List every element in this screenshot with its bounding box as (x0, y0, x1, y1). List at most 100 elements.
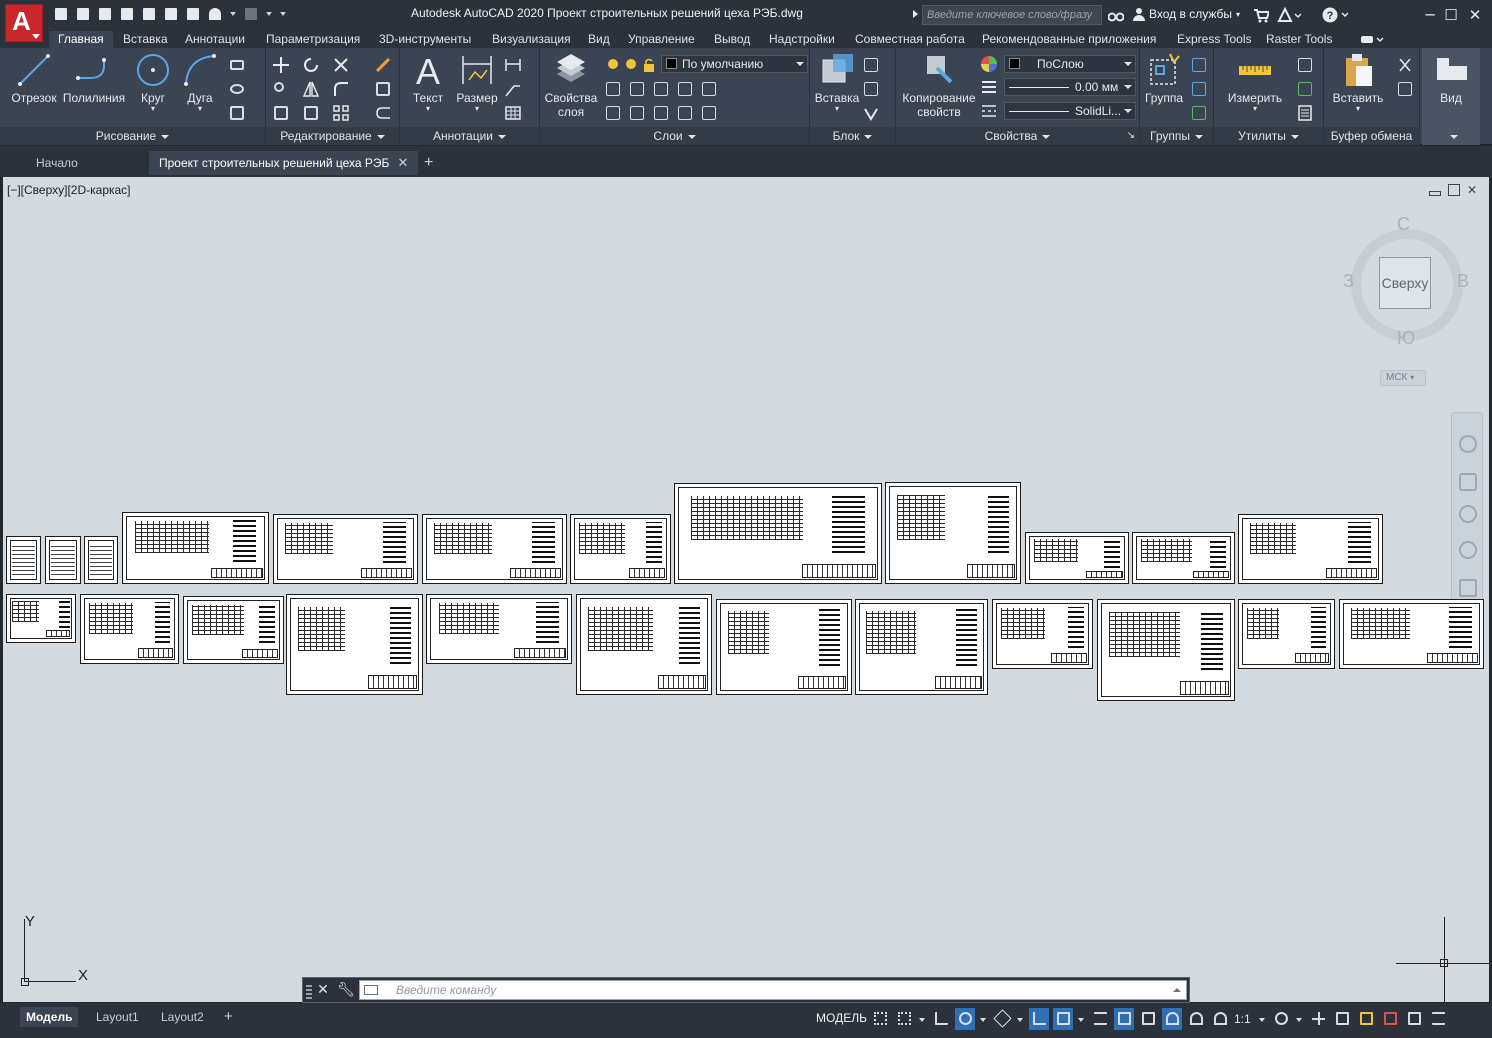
ortho-icon[interactable] (931, 1008, 951, 1030)
layer-properties-button[interactable]: Свойства слоя (544, 52, 598, 119)
leader-icon[interactable] (504, 80, 522, 98)
object-snap-tracking-icon[interactable] (1029, 1008, 1049, 1030)
lineweight-display-icon[interactable] (1090, 1008, 1110, 1030)
redo-dropdown-icon[interactable] (264, 5, 274, 23)
tab-output[interactable]: Вывод (714, 31, 750, 48)
drawing-sheet[interactable] (122, 512, 269, 584)
command-history-icon[interactable] (1173, 988, 1181, 992)
layer-make-current-icon[interactable] (700, 80, 718, 98)
panel-view[interactable]: Вид (1422, 48, 1480, 145)
scale-dropdown-icon[interactable] (1258, 1008, 1267, 1030)
drawing-sheet[interactable] (1097, 599, 1235, 701)
polar-tracking-icon[interactable] (955, 1008, 975, 1030)
tab-insert[interactable]: Вставка (123, 31, 168, 48)
color-dropdown[interactable]: ПоСлою (1004, 55, 1136, 73)
layer-lock-icon[interactable] (676, 80, 694, 98)
tab-parametric[interactable]: Параметризация (266, 31, 360, 48)
lineweight-dropdown[interactable]: 0.00 мм (1004, 78, 1136, 96)
close-command-line-icon[interactable]: ✕ (315, 982, 331, 998)
search-expand-icon[interactable] (913, 10, 918, 18)
undo-icon[interactable] (206, 5, 224, 23)
tab-raster-tools[interactable]: Raster Tools (1266, 31, 1332, 48)
panel-view-label[interactable] (1422, 127, 1480, 145)
copy-icon[interactable] (272, 80, 290, 98)
panel-properties-label[interactable]: Свойства ↘ (896, 127, 1139, 145)
linetype-icon[interactable] (980, 102, 998, 120)
model-space-toggle[interactable]: МОДЕЛЬ (816, 1011, 867, 1025)
boundary-icon[interactable] (228, 104, 246, 122)
drawing-sheet[interactable] (1132, 532, 1235, 584)
drawing-sheet[interactable] (183, 596, 284, 664)
pan-icon[interactable] (1459, 473, 1477, 491)
snap-icon[interactable] (894, 1008, 914, 1030)
measure-button[interactable]: Измерить ▾ (1222, 52, 1288, 113)
steering-wheel-icon[interactable] (1459, 435, 1477, 453)
layer-off-icon[interactable] (604, 80, 622, 98)
tab-view[interactable]: Вид (588, 31, 610, 48)
cloud-open-icon[interactable] (162, 5, 180, 23)
layer-dropdown[interactable]: По умолчанию (661, 55, 808, 73)
color-wheel-icon[interactable] (980, 55, 998, 73)
tab-layout2[interactable]: Layout2 (161, 1007, 204, 1027)
hatch-icon[interactable] (228, 80, 246, 98)
light-bulb-icon[interactable] (604, 56, 622, 74)
drawing-sheet[interactable] (426, 594, 572, 664)
panel-annotation-label[interactable]: Аннотации (400, 127, 539, 145)
layer-isolate-icon[interactable] (628, 80, 646, 98)
panel-groups-label[interactable]: Группы (1140, 127, 1213, 145)
tab-express-tools[interactable]: Express Tools (1177, 31, 1251, 48)
tab-model[interactable]: Модель (20, 1007, 79, 1027)
maximize-button[interactable]: ☐ (1441, 5, 1461, 25)
panel-draw-label[interactable]: Рисование (0, 127, 265, 145)
close-tab-icon[interactable]: ✕ (397, 155, 408, 170)
group-select-icon[interactable] (1190, 104, 1208, 122)
isolate-objects-icon[interactable] (1404, 1008, 1424, 1030)
showmotion-icon[interactable] (1459, 579, 1477, 597)
quick-properties-icon[interactable] (1356, 1008, 1376, 1030)
fillet-icon[interactable] (332, 80, 350, 98)
linear-dim-icon[interactable] (504, 56, 522, 74)
ungroup-icon[interactable] (1190, 56, 1208, 74)
layer-unisolate-icon[interactable] (652, 104, 670, 122)
panel-layers-label[interactable]: Слои (540, 127, 809, 145)
cut-icon[interactable] (1396, 56, 1414, 74)
sign-in-button[interactable]: Вход в службы ▾ (1133, 7, 1240, 21)
annotation-monitor-icon[interactable] (1308, 1008, 1328, 1030)
drawing-sheet[interactable] (576, 594, 712, 695)
calculator-icon[interactable] (1296, 104, 1314, 122)
minimize-button[interactable]: ─ (1420, 5, 1440, 25)
drawing-sheet[interactable] (84, 536, 118, 584)
viewcube[interactable]: С Ю З В Сверху МСК ▾ (1343, 212, 1469, 392)
view-button[interactable]: Вид (1432, 52, 1470, 105)
isodraft-icon[interactable] (992, 1008, 1012, 1030)
save-as-icon[interactable] (118, 5, 136, 23)
publish-icon[interactable] (140, 5, 158, 23)
drawing-sheet[interactable] (422, 514, 567, 584)
plot-icon[interactable] (184, 5, 202, 23)
drawing-sheet[interactable] (674, 483, 882, 584)
new-tab-button[interactable]: + (424, 151, 433, 175)
grid-icon[interactable] (870, 1008, 890, 1030)
array-icon[interactable] (332, 104, 350, 122)
viewcube-top-face[interactable]: Сверху (1379, 257, 1431, 309)
offset-icon[interactable] (374, 104, 392, 122)
layer-unlock-icon[interactable] (700, 104, 718, 122)
create-block-icon[interactable] (862, 56, 880, 74)
drawing-sheet[interactable] (286, 594, 423, 695)
isodraft-dropdown-icon[interactable] (1016, 1008, 1025, 1030)
drawing-sheet[interactable] (1339, 599, 1484, 669)
viewport-minimize-icon[interactable] (1429, 191, 1441, 196)
explode-icon[interactable] (374, 80, 392, 98)
scale-icon[interactable] (302, 104, 320, 122)
customize-status-icon[interactable] (1428, 1008, 1448, 1030)
erase-icon[interactable] (374, 56, 392, 74)
insert-block-button[interactable]: Вставка ▾ (814, 52, 860, 113)
viewport-controls[interactable]: [−][Сверху][2D-каркас] (7, 183, 131, 197)
tab-3d-tools[interactable]: 3D-инструменты (379, 31, 471, 48)
arc-button[interactable]: Дуга ▾ (182, 52, 218, 113)
search-input[interactable]: Введите ключевое слово/фразу (922, 5, 1102, 25)
tab-start[interactable]: Начало (36, 151, 78, 175)
redo-icon[interactable] (242, 5, 260, 23)
group-button[interactable]: Группа (1142, 52, 1186, 105)
selection-cycling-icon[interactable] (1138, 1008, 1158, 1030)
